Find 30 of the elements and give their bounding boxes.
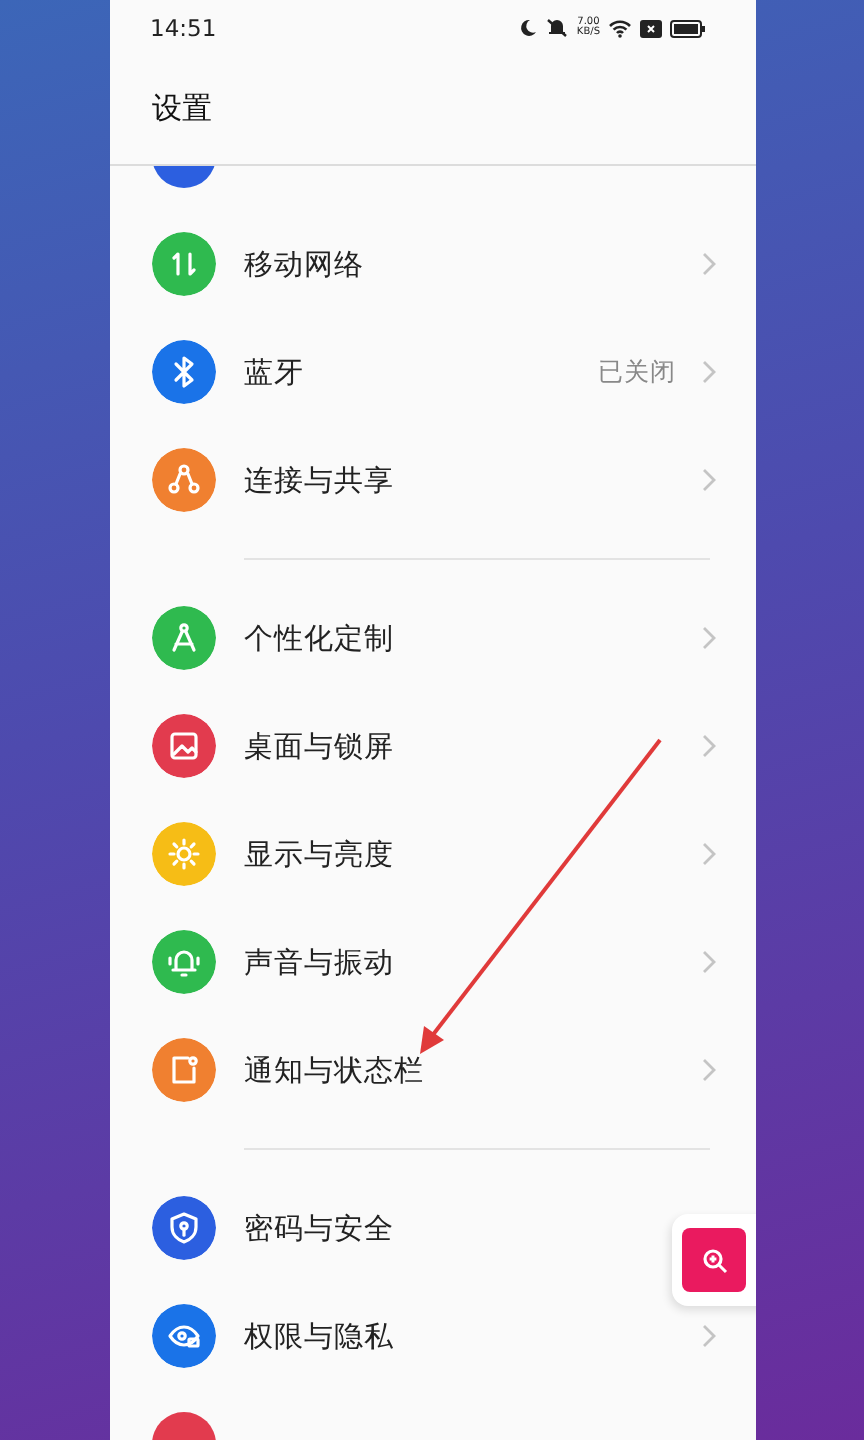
item-label: 连接与共享 (244, 463, 396, 499)
item-label: 个性化定制 (244, 621, 396, 657)
item-label: 显示与亮度 (244, 837, 396, 873)
settings-item[interactable]: 个性化定制 (110, 584, 756, 692)
sim-icon (640, 19, 662, 37)
settings-item[interactable]: 显示与亮度 (110, 800, 756, 908)
wifi-icon (608, 18, 632, 38)
moon-icon (518, 18, 539, 38)
settings-item[interactable]: 移动网络 (110, 210, 756, 318)
item-value: 已关闭 (598, 355, 676, 389)
item-label: 声音与振动 (244, 945, 396, 981)
page-title: 设置 (152, 89, 212, 127)
item-label: 蓝牙 (244, 355, 306, 391)
magnifier-button[interactable] (682, 1228, 746, 1292)
item-label: 桌面与锁屏 (244, 729, 396, 765)
item-label: 密码与安全 (244, 1211, 396, 1247)
item-label: 通知与状态栏 (244, 1053, 426, 1089)
muted-bell-icon (546, 18, 569, 38)
battery-icon (670, 19, 706, 37)
item-label: 移动网络 (244, 247, 366, 283)
item-label: 权限与隐私 (244, 1319, 396, 1355)
settings-item[interactable]: 声音与振动 (110, 908, 756, 1016)
settings-item[interactable]: 蓝牙 已关闭 (110, 318, 756, 426)
zoom-in-icon (701, 1247, 727, 1273)
settings-item[interactable]: 连接与共享 (110, 426, 756, 534)
settings-item[interactable]: 通知与状态栏 (110, 1016, 756, 1124)
settings-item[interactable]: 权限与隐私 (110, 1282, 756, 1390)
status-time: 14:51 (150, 14, 217, 42)
settings-item[interactable]: 桌面与锁屏 (110, 692, 756, 800)
settings-item[interactable]: 密码与安全 (110, 1174, 668, 1282)
